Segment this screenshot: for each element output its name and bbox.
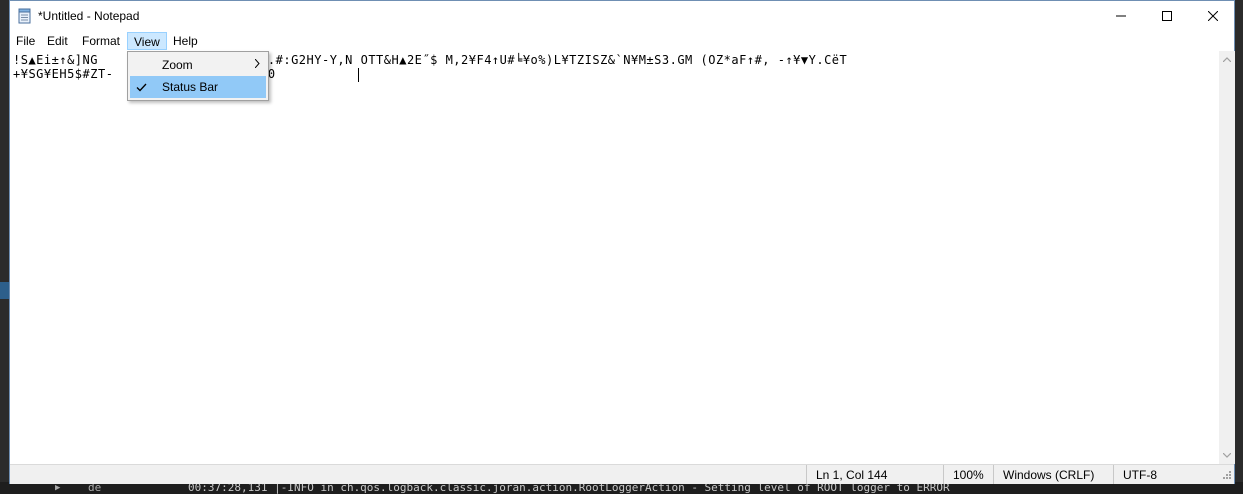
- status-line-ending: Windows (CRLF): [993, 465, 1113, 484]
- text-editor[interactable]: !S▲Ei±↑&]NG 9 ▲N!;.#:G2HY-Y,N OTT&H▲2E˝$…: [10, 51, 1219, 464]
- menu-bar: File Edit Format View Help: [10, 31, 1234, 51]
- checkmark-box: [130, 76, 152, 98]
- view-menu-dropdown: Zoom Status Bar: [127, 51, 269, 101]
- status-cursor-position: Ln 1, Col 144: [806, 465, 943, 484]
- window-title: *Untitled - Notepad: [38, 9, 140, 23]
- notepad-icon: [18, 8, 31, 24]
- background-window-accent: [0, 282, 9, 299]
- menu-edit[interactable]: Edit: [41, 32, 74, 50]
- close-icon: [1208, 11, 1218, 21]
- zoom-label: Zoom: [162, 58, 193, 72]
- chevron-right-icon: [255, 59, 260, 68]
- menu-help[interactable]: Help: [167, 32, 204, 50]
- status-bar-label: Status Bar: [162, 80, 219, 94]
- chevron-up-icon: [1223, 57, 1231, 62]
- menu-view[interactable]: View: [127, 32, 167, 50]
- minimize-button[interactable]: [1098, 1, 1144, 31]
- status-encoding: UTF-8: [1113, 465, 1218, 484]
- status-zoom-level: 100%: [943, 465, 993, 484]
- menu-format[interactable]: Format: [76, 32, 126, 50]
- close-button[interactable]: [1190, 1, 1236, 31]
- status-bar: Ln 1, Col 144 100% Windows (CRLF) UTF-8: [10, 464, 1234, 484]
- menu-file[interactable]: File: [10, 32, 41, 50]
- scroll-up-button[interactable]: [1219, 51, 1235, 68]
- view-menu-status-bar[interactable]: Status Bar: [130, 76, 266, 98]
- minimize-icon: [1116, 15, 1126, 17]
- checkmark-icon: [136, 83, 146, 91]
- notepad-window: *Untitled - Notepad File Edit Format Vie…: [9, 0, 1235, 484]
- view-menu-zoom[interactable]: Zoom: [130, 54, 266, 76]
- scroll-down-button[interactable]: [1219, 447, 1235, 464]
- title-bar[interactable]: *Untitled - Notepad: [10, 1, 1234, 31]
- resize-grip-icon[interactable]: [1222, 470, 1232, 480]
- vertical-scrollbar[interactable]: [1219, 51, 1235, 464]
- maximize-icon: [1162, 11, 1172, 21]
- maximize-button[interactable]: [1144, 1, 1190, 31]
- chevron-down-icon: [1223, 453, 1231, 458]
- text-caret: [358, 68, 359, 82]
